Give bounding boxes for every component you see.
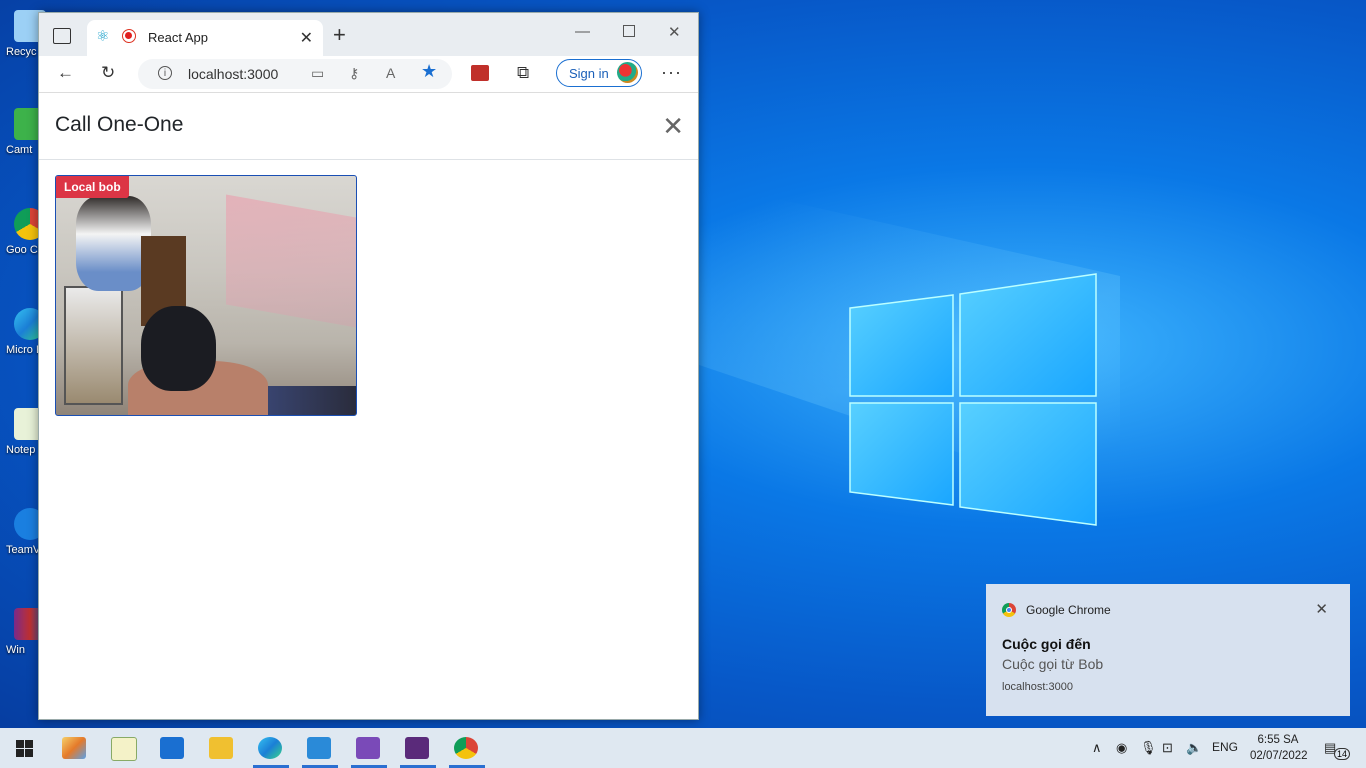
paint-icon[interactable] [62, 737, 86, 759]
desktop-icon-notepad[interactable]: Notep [0, 408, 46, 478]
notepad-icon[interactable] [111, 737, 137, 761]
maximize-icon[interactable] [623, 25, 635, 37]
chrome-taskbar-icon[interactable] [454, 737, 478, 759]
desktop-icon-recycle-bin[interactable]: Recyc [0, 10, 46, 80]
notification-count-badge: 14 [1334, 748, 1351, 760]
react-favicon-icon: ⚛ [96, 28, 110, 45]
mail-icon[interactable] [160, 737, 184, 759]
local-video: Local bob [55, 175, 357, 416]
read-aloud-icon[interactable]: A [386, 65, 395, 81]
address-bar[interactable]: i localhost:3000 ▭ ⚷ A [138, 59, 452, 89]
clock[interactable]: 6:55 SA 02/07/2022 [1250, 732, 1308, 764]
windows-logo-wallpaper [849, 273, 1097, 526]
window-close-icon[interactable]: ✕ [668, 23, 681, 41]
desktop-icon-camtasia[interactable]: Camt [0, 108, 46, 178]
start-icon[interactable] [16, 740, 33, 757]
more-options-icon[interactable]: ··· [661, 62, 682, 83]
notification-source: localhost:3000 [1002, 681, 1073, 693]
tab-actions-icon[interactable] [53, 28, 71, 44]
language-indicator[interactable]: ENG [1212, 740, 1238, 754]
edge-icon[interactable] [258, 737, 282, 759]
recording-indicator-icon [122, 29, 136, 43]
back-icon[interactable]: ← [57, 63, 74, 83]
tab-bar: ⚛ React App ✕ + — ✕ [39, 13, 698, 56]
terminal-icon[interactable] [405, 737, 429, 759]
tab-close-icon[interactable]: ✕ [300, 28, 313, 48]
clock-date: 02/07/2022 [1250, 750, 1308, 762]
volume-icon[interactable]: 🔈 [1186, 740, 1202, 756]
clock-time: 6:55 SA [1257, 734, 1299, 746]
extension-icon[interactable] [471, 65, 489, 81]
modal-close-icon[interactable]: ✕ [662, 111, 684, 142]
desktop-icon-microsoft-edge[interactable]: Micro Ed [0, 308, 46, 378]
browser-window: ⚛ React App ✕ + — ✕ ← ↻ i localhost:3000… [38, 12, 699, 720]
navigation-bar: ← ↻ i localhost:3000 ▭ ⚷ A ★ ⧉ Sign in ·… [39, 56, 698, 93]
sign-in-button[interactable]: Sign in [556, 59, 642, 87]
vscode-icon[interactable] [307, 737, 331, 759]
file-explorer-icon[interactable] [209, 737, 233, 759]
notification-body: Cuộc gọi từ Bob [1002, 656, 1104, 672]
video-label-badge: Local bob [56, 176, 129, 198]
microphone-icon[interactable]: 🎙 [1140, 740, 1157, 756]
notification-heading: Cuộc gọi đến [1002, 636, 1091, 652]
favorite-star-icon[interactable]: ★ [421, 61, 437, 82]
sign-in-label: Sign in [569, 66, 609, 81]
avatar [617, 62, 638, 83]
show-hidden-icons[interactable]: ∧ [1092, 740, 1102, 756]
notification-app-name: Google Chrome [1026, 603, 1111, 617]
chrome-icon [1002, 603, 1016, 617]
desktop-icon-winrar[interactable]: Win [0, 608, 46, 678]
tab-title: React App [148, 30, 208, 45]
minimize-icon[interactable]: — [575, 23, 590, 40]
modal-title: Call One-One [55, 113, 184, 136]
visual-studio-icon[interactable] [356, 737, 380, 759]
camera-icon[interactable]: ▭ [311, 65, 324, 82]
taskbar: ∧ ◉ 🎙 ⊡ 🔈 ENG 6:55 SA 02/07/2022 ▤ 14 [0, 728, 1366, 768]
extensions-puzzle-icon[interactable]: ⧉ [517, 63, 529, 83]
new-tab-icon[interactable]: + [333, 22, 346, 48]
record-icon[interactable]: ◉ [1116, 740, 1127, 756]
refresh-icon[interactable]: ↻ [101, 63, 115, 83]
desktop-icon-google-chrome[interactable]: Goo Chro [0, 208, 46, 278]
tab-react-app[interactable]: ⚛ React App ✕ [87, 20, 323, 56]
notification-close-icon[interactable]: ✕ [1315, 600, 1328, 618]
desktop-icon-teamviewer[interactable]: TeamV [0, 508, 46, 578]
key-icon[interactable]: ⚷ [349, 65, 359, 82]
site-info-icon[interactable]: i [158, 66, 172, 80]
address-url: localhost:3000 [188, 66, 279, 82]
notification-toast[interactable]: Google Chrome ✕ Cuộc gọi đến Cuộc gọi từ… [986, 584, 1350, 716]
modal-header: Call One-One ✕ [39, 93, 698, 160]
network-icon[interactable]: ⊡ [1162, 740, 1173, 756]
